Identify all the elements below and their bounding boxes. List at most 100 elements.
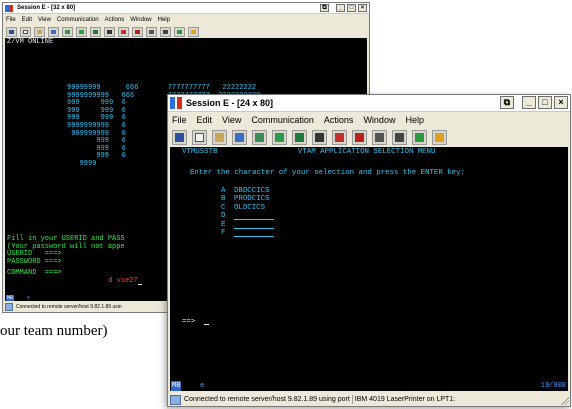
- print-screen-icon[interactable]: [6, 26, 17, 37]
- resize-grip-icon[interactable]: [561, 397, 569, 405]
- menu-bar: File Edit View Communication Actions Win…: [168, 112, 570, 128]
- copy-icon[interactable]: [20, 26, 31, 37]
- window-controls: ⧉ _ □ ×: [500, 96, 568, 109]
- option-key: E: [221, 220, 226, 229]
- menu-help[interactable]: Help: [405, 115, 424, 125]
- connection-icon: [170, 394, 181, 405]
- maximize-icon[interactable]: □: [538, 96, 552, 109]
- maximize-icon[interactable]: □: [347, 4, 356, 12]
- text-cursor: [204, 324, 209, 325]
- color-icon[interactable]: [90, 26, 101, 37]
- title-bar[interactable]: Session E - [24 x 80] ⧉ _ □ ×: [168, 95, 570, 112]
- title-bar[interactable]: Session E - [32 x 80] ⧉ _ □ ×: [3, 3, 369, 14]
- option-empty-field[interactable]: [234, 221, 274, 229]
- receive-icon[interactable]: [252, 130, 267, 145]
- macro-icon[interactable]: [372, 130, 387, 145]
- close-icon[interactable]: ×: [358, 4, 367, 12]
- option-key: A: [221, 187, 226, 195]
- record-icon[interactable]: [118, 26, 129, 37]
- quickstep-icon[interactable]: [432, 130, 447, 145]
- system-header: Z/VM ONLINE: [7, 38, 54, 46]
- minimize-icon[interactable]: _: [336, 4, 345, 12]
- paste-icon[interactable]: [34, 26, 45, 37]
- menu-communication[interactable]: Communication: [251, 115, 314, 125]
- menu-help[interactable]: Help: [158, 17, 170, 23]
- printer-status: IBM 4019 LaserPrinter on LPT1:: [354, 396, 456, 403]
- restore-session-icon[interactable]: ⧉: [500, 96, 514, 109]
- toolbar: [3, 25, 369, 38]
- terminal-screen[interactable]: VTMUSSTB VTAM APPLICATION SELECTION MENU…: [170, 147, 568, 381]
- command-label: COMMAND ===>: [7, 269, 62, 277]
- record-icon[interactable]: [332, 130, 347, 145]
- option-dbdccics[interactable]: DBDCCICS: [234, 187, 269, 195]
- connection-status: Connected to remote server/host 9.82.1.8…: [184, 396, 350, 403]
- receive-icon[interactable]: [62, 26, 73, 37]
- help-icon[interactable]: [412, 130, 427, 145]
- menu-actions[interactable]: Actions: [105, 17, 125, 23]
- status-bar: Connected to remote server/host 9.82.1.8…: [168, 393, 570, 406]
- option-key: C: [221, 203, 226, 212]
- connection-status: Connected to remote server/host 9.82.1.8…: [16, 303, 122, 310]
- print-screen-icon[interactable]: [172, 130, 187, 145]
- option-key: D: [221, 212, 226, 221]
- menu-file[interactable]: File: [172, 115, 187, 125]
- screen-header: VTAM APPLICATION SELECTION MENU: [298, 148, 436, 156]
- menu-view[interactable]: View: [38, 17, 51, 23]
- macro-icon[interactable]: [146, 26, 157, 37]
- pcomm-app-icon: [170, 97, 182, 109]
- map-icon[interactable]: [312, 130, 327, 145]
- oia-indicator: MB: [171, 381, 182, 391]
- send-icon[interactable]: [48, 26, 59, 37]
- menu-edit[interactable]: Edit: [197, 115, 213, 125]
- menu-bar: File Edit View Communication Actions Win…: [3, 14, 369, 25]
- menu-communication[interactable]: Communication: [57, 17, 99, 23]
- play-icon[interactable]: [132, 26, 143, 37]
- status-separator: [351, 395, 353, 404]
- menu-edit[interactable]: Edit: [22, 17, 32, 23]
- quickstep-icon[interactable]: [188, 26, 199, 37]
- close-icon[interactable]: ×: [554, 96, 568, 109]
- password-label: PASSWORD ===>: [7, 257, 62, 266]
- option-oldcics[interactable]: OLDCICS: [234, 204, 265, 212]
- display-icon[interactable]: [272, 130, 287, 145]
- session-window-front[interactable]: Session E - [24 x 80] ⧉ _ □ × File Edit …: [167, 94, 571, 407]
- connection-icon: [5, 302, 13, 311]
- command-value: d vse27: [108, 276, 138, 285]
- logo-line: 9999: [67, 160, 126, 168]
- menu-file[interactable]: File: [6, 17, 16, 23]
- input-prompt: ==>: [182, 318, 196, 326]
- map-icon[interactable]: [104, 26, 115, 37]
- play-icon[interactable]: [352, 130, 367, 145]
- paste-icon[interactable]: [212, 130, 227, 145]
- restore-session-icon[interactable]: ⧉: [320, 4, 329, 12]
- menu-view[interactable]: View: [222, 115, 241, 125]
- operator-info-area: MB e 19/008: [170, 381, 568, 391]
- color-icon[interactable]: [292, 130, 307, 145]
- help-icon[interactable]: [174, 26, 185, 37]
- toolbar: [168, 128, 570, 147]
- oia-session: e: [200, 382, 205, 390]
- option-key: F: [221, 229, 226, 237]
- menu-window[interactable]: Window: [130, 17, 151, 23]
- keypad-icon[interactable]: [392, 130, 407, 145]
- text-cursor: [137, 284, 142, 286]
- application-id: VTMUSSTB: [182, 148, 218, 156]
- cursor-position: 19/008: [540, 382, 566, 390]
- option-key: B: [221, 195, 226, 204]
- option-empty-field[interactable]: [234, 229, 274, 237]
- menu-window[interactable]: Window: [363, 115, 395, 125]
- window-title: Session E - [32 x 80]: [17, 5, 76, 11]
- option-empty-field[interactable]: [234, 212, 274, 221]
- command-input[interactable]: d vse27: [83, 270, 142, 293]
- window-title: Session E - [24 x 80]: [186, 98, 274, 108]
- copy-icon[interactable]: [192, 130, 207, 145]
- option-prodcics[interactable]: PRODCICS: [234, 195, 269, 203]
- display-icon[interactable]: [76, 26, 87, 37]
- minimize-icon[interactable]: _: [522, 96, 536, 109]
- keypad-icon[interactable]: [160, 26, 171, 37]
- send-icon[interactable]: [232, 130, 247, 145]
- instruction-text: Enter the character of your selection an…: [190, 169, 465, 177]
- caption-text: our team number): [0, 323, 108, 339]
- pcomm-app-icon: [5, 5, 13, 12]
- menu-actions[interactable]: Actions: [324, 115, 354, 125]
